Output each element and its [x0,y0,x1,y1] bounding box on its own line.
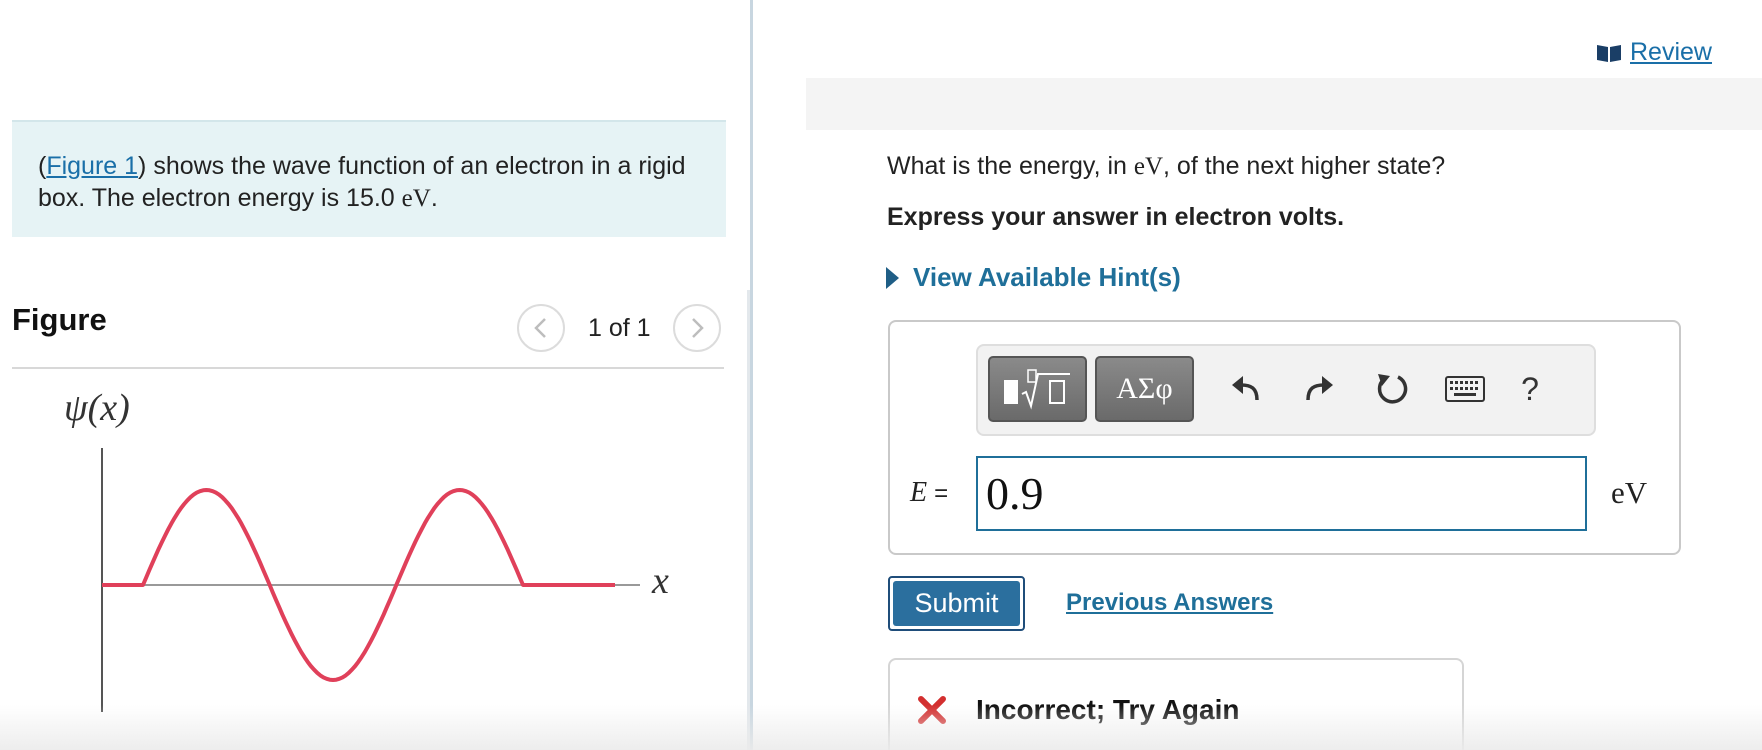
help-button[interactable]: ? [1505,366,1555,412]
book-icon [1597,44,1621,62]
feedback-message: Incorrect; Try Again [888,658,1464,750]
templates-button[interactable] [988,356,1087,422]
symbols-button[interactable]: ΑΣφ [1095,356,1194,422]
equals-sign: = [934,480,949,507]
keyboard-button[interactable] [1440,366,1490,412]
review-link[interactable]: Review [1596,38,1712,67]
question-unit: eV [1133,153,1164,180]
close-x-icon [918,696,946,724]
triangle-right-icon [886,266,899,289]
answer-panel: ΑΣφ ? E = eV [888,320,1681,555]
problem-unit: eV [401,185,431,212]
figure-heading: Figure [12,302,107,337]
feedback-text: Incorrect; Try Again [976,694,1240,725]
templates-icon [1003,369,1070,410]
figure-next-button[interactable] [673,304,721,352]
pane-divider[interactable] [750,0,753,750]
x-axis-label: x [651,560,669,602]
left-pane: (Figure 1) shows the wave function of an… [0,0,750,750]
wave-function-figure: ψ(x) x [64,390,669,712]
redo-icon [1306,376,1333,401]
question-text-part: What is the energy, in [887,152,1134,180]
undo-icon [1232,376,1259,401]
problem-text-part: . [430,184,438,212]
question-text-part: , of the next higher state? [1163,152,1446,180]
undo-button[interactable] [1221,366,1271,412]
figure-prev-button[interactable] [517,304,565,352]
answer-input[interactable] [976,456,1587,531]
answer-unit: eV [1611,475,1648,510]
review-label: Review [1630,38,1712,66]
part-header-band [806,78,1762,130]
redo-button[interactable] [1294,366,1344,412]
variable-label: E [910,477,928,508]
close-x-shape [918,696,946,724]
reset-icon [1377,374,1408,404]
y-axis-label: ψ(x) [64,390,130,429]
problem-text: (Figure 1) shows the wave function of an… [38,150,698,215]
figure-link[interactable]: Figure 1 [46,152,138,180]
scrollbar[interactable] [747,290,750,750]
chevron-right-icon [692,318,704,338]
previous-answers-link[interactable]: Previous Answers [1066,589,1273,617]
chevron-left-icon [534,318,546,338]
answer-instruction: Express your answer in electron volts. [887,203,1345,231]
submit-button[interactable]: Submit [888,576,1025,631]
figure-page-count: 1 of 1 [588,314,651,342]
figure-divider [12,367,724,369]
view-hints-toggle[interactable]: View Available Hint(s) [886,262,1181,293]
question-text: What is the energy, in eV, of the next h… [887,152,1445,181]
hints-label: View Available Hint(s) [913,262,1181,292]
reset-button[interactable] [1367,366,1417,412]
submit-label: Submit [893,581,1020,626]
equation-label: E = [910,477,948,509]
problem-statement: (Figure 1) shows the wave function of an… [12,120,726,237]
keyboard-icon [1445,376,1485,402]
math-toolbar: ΑΣφ ? [976,344,1596,436]
